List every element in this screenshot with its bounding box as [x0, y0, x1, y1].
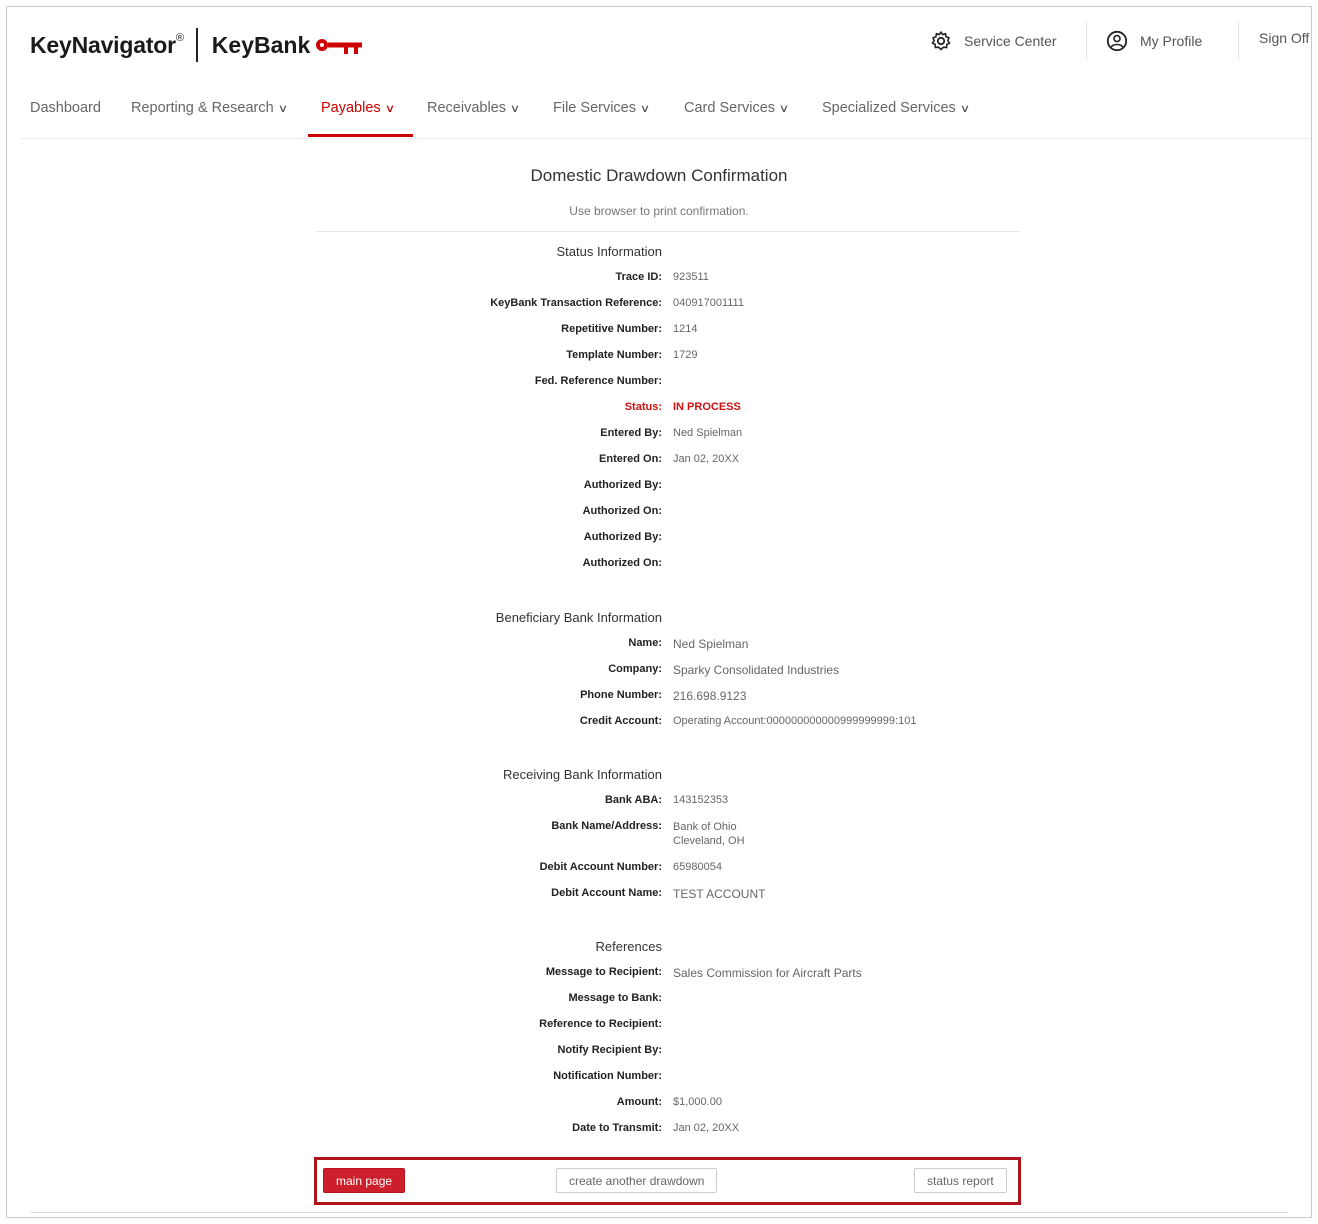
status-report-button[interactable]: status report	[914, 1168, 1007, 1193]
detail-row-debit-account-number: Debit Account Number: 65980054	[539, 861, 722, 873]
active-tab-indicator	[308, 134, 413, 137]
chevron-down-icon: ∨	[384, 103, 395, 115]
chevron-down-icon: ∨	[959, 103, 971, 115]
chevron-down-icon: ∨	[778, 103, 790, 115]
keybank-logo: KeyBank	[211, 31, 311, 58]
detail-row-repetitive-number: Repetitive Number: 1214	[561, 323, 698, 335]
bank-address: Cleveland, OH	[673, 835, 745, 847]
util-divider	[1238, 22, 1239, 60]
service-center-link[interactable]: Service Center	[930, 30, 1057, 52]
section-heading-status: Status Information	[556, 244, 663, 259]
nav-specialized-services[interactable]: Specialized Services ∨	[822, 100, 971, 136]
detail-row-date-to-transmit: Date to Transmit: Jan 02, 20XX	[572, 1122, 740, 1134]
main-page-button[interactable]: main page	[323, 1168, 406, 1193]
profile-icon	[1106, 30, 1128, 52]
detail-row-message-to-recipient: Message to Recipient: Sales Commission fo…	[545, 966, 862, 980]
detail-row-name: Name: Ned Spielman	[628, 637, 749, 651]
chevron-down-icon: ∨	[277, 103, 288, 115]
detail-row-amount: Amount: $1,000.00	[616, 1096, 722, 1108]
detail-row-authorized-on: Authorized On:	[582, 505, 662, 517]
nav-receivables[interactable]: Receivables ∨	[427, 100, 521, 136]
divider	[316, 231, 1020, 232]
nav-payables[interactable]: Payables ∨	[321, 100, 395, 136]
detail-row-notification-number: Notification Number:	[553, 1070, 662, 1082]
section-heading-receiving-bank: Receiving Bank Information	[503, 767, 662, 782]
detail-row-authorized-by: Authorized By:	[583, 479, 662, 491]
detail-row-debit-account-name: Debit Account Name: TEST ACCOUNT	[551, 887, 766, 901]
detail-row-trace-id: Trace ID: 923511	[615, 271, 709, 283]
detail-row-entered-on: Entered On: Jan 02, 20XX	[599, 453, 740, 465]
detail-row-company: Company: Sparky Consolidated Industries	[608, 663, 840, 677]
detail-row-credit-account: Credit Account: Operating Account:0000000…	[579, 715, 917, 727]
sign-off-label: Sign Off	[1259, 30, 1310, 46]
section-heading-beneficiary: Beneficiary Bank Information	[495, 610, 662, 625]
detail-row-notify-recipient-by: Notify Recipient By:	[557, 1044, 662, 1056]
detail-row-authorized-on: Authorized On:	[582, 557, 662, 569]
brand-logo[interactable]: KeyNavigator® KeyBank	[30, 28, 364, 62]
detail-row-transaction-reference: KeyBank Transaction Reference: 0409170011…	[490, 297, 744, 309]
detail-row-status: Status: IN PROCESS	[624, 401, 741, 413]
nav-dashboard[interactable]: Dashboard	[30, 100, 101, 136]
service-center-label: Service Center	[964, 33, 1057, 49]
gear-icon	[931, 31, 951, 51]
detail-row-message-to-bank: Message to Bank:	[568, 992, 662, 1004]
brand-divider	[195, 28, 198, 62]
status-badge: IN PROCESS	[673, 401, 741, 413]
detail-row-fed-reference: Fed. Reference Number:	[534, 375, 662, 387]
nav-card-services[interactable]: Card Services ∨	[684, 100, 790, 136]
page-title: Domestic Drawdown Confirmation	[530, 166, 788, 185]
chevron-down-icon: ∨	[509, 103, 521, 115]
detail-row-authorized-by: Authorized By:	[583, 531, 662, 543]
chevron-down-icon: ∨	[639, 103, 651, 115]
detail-row-reference-to-recipient: Reference to Recipient:	[539, 1018, 662, 1030]
nav-reporting-research[interactable]: Reporting & Research ∨	[131, 100, 288, 136]
my-profile-link[interactable]: My Profile	[1106, 30, 1202, 52]
detail-row-bank-name-address: Bank Name/Address: Bank of Ohio Cleveland…	[551, 820, 745, 847]
detail-row-phone: Phone Number: 216.698.9123	[580, 689, 747, 703]
detail-row-template-number: Template Number: 1729	[566, 349, 698, 361]
page-subtitle: Use browser to print confirmation.	[569, 204, 749, 218]
detail-row-entered-by: Entered By: Ned Spielman	[600, 427, 743, 439]
nav-file-services[interactable]: File Services ∨	[553, 100, 651, 136]
detail-row-bank-aba: Bank ABA: 143152353	[604, 794, 729, 806]
keynavigator-logo: KeyNavigator®	[30, 31, 184, 58]
create-another-drawdown-button[interactable]: create another drawdown	[556, 1168, 718, 1193]
divider	[30, 1212, 1288, 1213]
section-heading-references: References	[595, 939, 662, 954]
my-profile-label: My Profile	[1140, 33, 1203, 49]
util-divider	[1086, 22, 1087, 60]
key-logo-icon	[316, 39, 363, 54]
sign-off-link[interactable]: Sign Off	[1259, 30, 1309, 46]
bank-name: Bank of Ohio	[673, 821, 737, 833]
